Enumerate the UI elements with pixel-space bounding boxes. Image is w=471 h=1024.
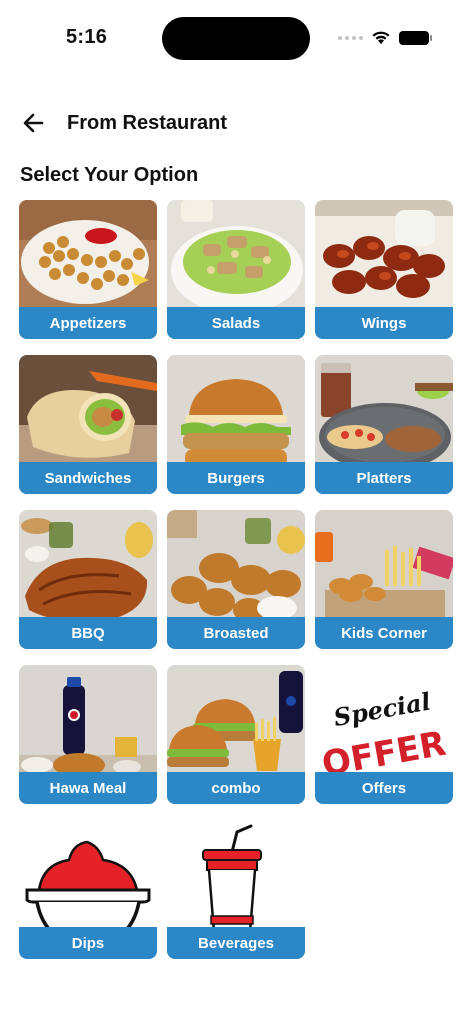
- category-tile-beverages[interactable]: Beverages: [167, 820, 305, 959]
- signal-icon: [338, 35, 363, 40]
- back-button[interactable]: [20, 109, 48, 137]
- category-label: Broasted: [167, 617, 305, 649]
- category-tile-dips[interactable]: Dips: [19, 820, 157, 959]
- category-label: Salads: [167, 307, 305, 339]
- arrow-left-icon: [23, 113, 44, 133]
- category-tile-burgers[interactable]: Burgers: [167, 355, 305, 494]
- category-label: Beverages: [167, 927, 305, 959]
- category-tile-sandwiches[interactable]: Sandwiches: [19, 355, 157, 494]
- category-tile-hawa-meal[interactable]: Hawa Meal: [19, 665, 157, 804]
- category-tile-appetizers[interactable]: Appetizers: [19, 200, 157, 339]
- status-time: 5:16: [66, 26, 108, 48]
- wifi-icon: [372, 31, 390, 44]
- category-label: Hawa Meal: [19, 772, 157, 804]
- category-label: Offers: [315, 772, 453, 804]
- category-label: Sandwiches: [19, 462, 157, 494]
- category-label: Burgers: [167, 462, 305, 494]
- category-label: Kids Corner: [315, 617, 453, 649]
- category-label: Appetizers: [19, 307, 157, 339]
- category-tile-broasted[interactable]: Broasted: [167, 510, 305, 649]
- category-grid: Appetizers Salads Wings Sandwiches Burge…: [19, 200, 453, 959]
- status-bar: 5:16: [0, 0, 471, 80]
- category-tile-offers[interactable]: Special OFFER Offers: [315, 665, 453, 804]
- category-tile-platters[interactable]: Platters: [315, 355, 453, 494]
- category-label: combo: [167, 772, 305, 804]
- page-title: From Restaurant: [67, 112, 228, 134]
- category-label: Dips: [19, 927, 157, 959]
- category-tile-combo[interactable]: combo: [167, 665, 305, 804]
- category-tile-wings[interactable]: Wings: [315, 200, 453, 339]
- category-tile-kids-corner[interactable]: Kids Corner: [315, 510, 453, 649]
- category-label: Platters: [315, 462, 453, 494]
- category-label: Wings: [315, 307, 453, 339]
- category-tile-salads[interactable]: Salads: [167, 200, 305, 339]
- dynamic-island: [162, 17, 310, 60]
- battery-icon: [399, 30, 432, 45]
- status-indicators: [338, 30, 432, 45]
- category-label: BBQ: [19, 617, 157, 649]
- section-title: Select Your Option: [20, 164, 199, 186]
- category-tile-bbq[interactable]: BBQ: [19, 510, 157, 649]
- top-app-bar: From Restaurant: [0, 105, 471, 141]
